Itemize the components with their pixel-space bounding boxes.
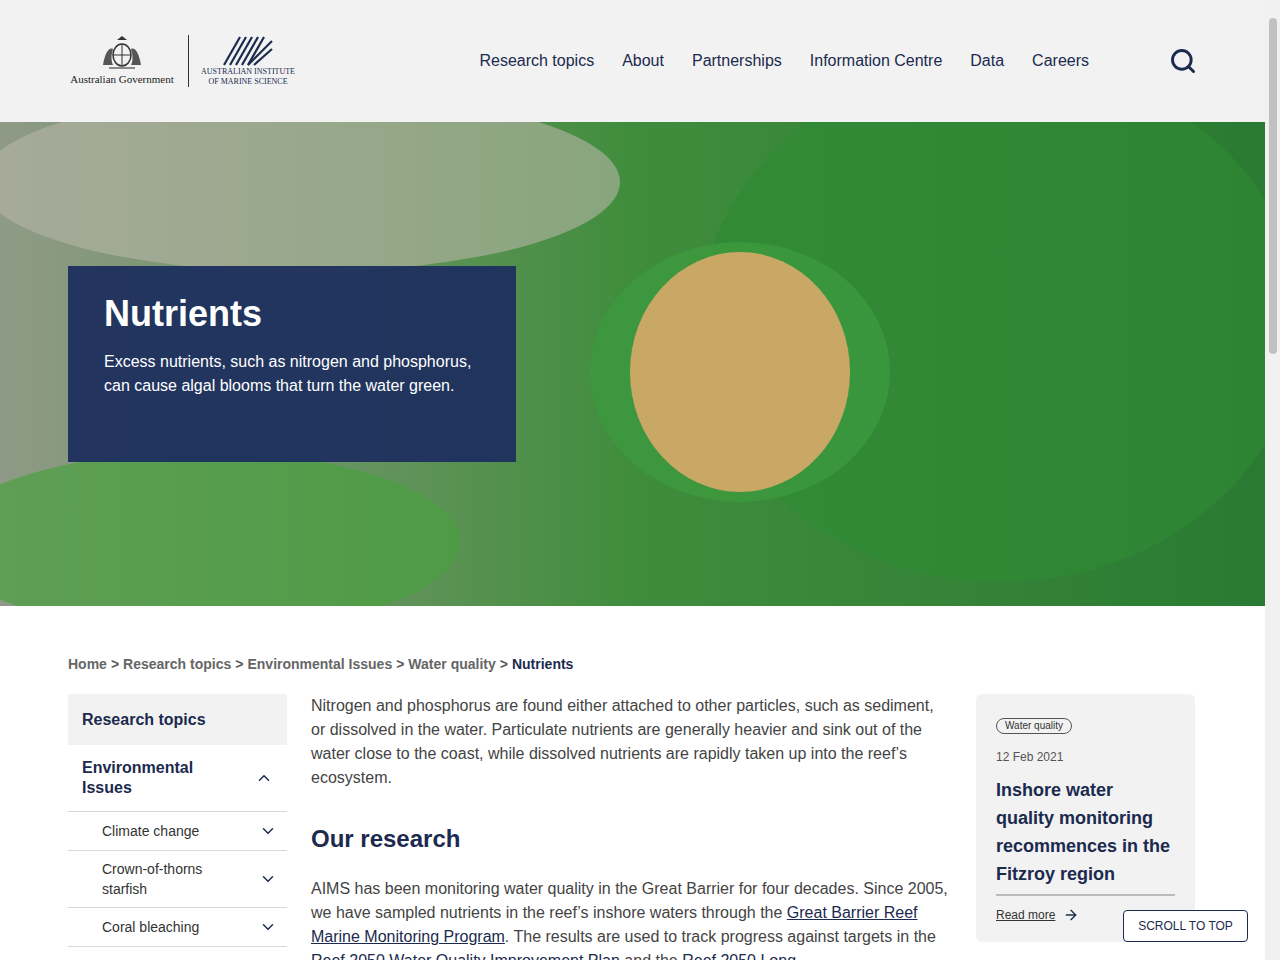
text-link[interactable]: Reef 2050 Water Quality Improvement Plan [311, 952, 620, 960]
nav-item[interactable]: Careers [1032, 49, 1089, 73]
card-date: 12 Feb 2021 [996, 748, 1175, 766]
content-row: Research topicsEnvironmental IssuesClima… [0, 694, 1265, 960]
breadcrumb-item[interactable]: Home [68, 654, 107, 675]
page-content: Australian Government AUSTRALIAN INSTITUT… [0, 0, 1265, 960]
institute-logo-text: OF MARINE SCIENCE [208, 77, 287, 87]
intro-paragraph: Nitrogen and phosphorus are found either… [311, 694, 952, 790]
research-paragraph: AIMS has been monitoring water quality i… [311, 877, 952, 960]
aims-logo-icon [222, 35, 274, 67]
sidebar: Research topicsEnvironmental IssuesClima… [68, 694, 287, 960]
chevron-down-icon [259, 918, 277, 936]
news-card[interactable]: Water quality 12 Feb 2021 Inshore water qu… [976, 694, 1195, 942]
nav-item[interactable]: Information Centre [810, 49, 943, 73]
chevron-up-icon [255, 769, 273, 787]
chevron-down-icon [259, 870, 277, 888]
nav-item[interactable]: Research topics [479, 49, 594, 73]
search-icon[interactable] [1169, 47, 1197, 75]
card-title[interactable]: Inshore water quality monitoring recomme… [996, 776, 1175, 896]
sidebar-item[interactable]: Coral bleaching [68, 908, 287, 947]
breadcrumb-item: Nutrients [512, 654, 573, 675]
breadcrumb-separator: > [235, 654, 243, 675]
sidebar-header[interactable]: Research topics [68, 694, 287, 745]
sidebar-item[interactable]: Crown-of-thorns starfish [68, 851, 287, 908]
page-title: Nutrients [104, 292, 480, 336]
breadcrumb-separator: > [111, 654, 119, 675]
breadcrumb-item[interactable]: Water quality [408, 654, 495, 675]
breadcrumb-separator: > [396, 654, 404, 675]
arrow-right-icon [1063, 907, 1079, 923]
tag: Water quality [996, 718, 1072, 734]
hero: Nutrients Excess nutrients, such as nitro… [0, 122, 1265, 606]
breadcrumb-item[interactable]: Research topics [123, 654, 231, 675]
government-logo-text: Australian Government [70, 71, 174, 88]
main-nav: Research topics About Partnerships Informat… [479, 49, 1089, 73]
scrollbar-thumb[interactable] [1269, 18, 1277, 354]
nav-item[interactable]: Data [970, 49, 1004, 73]
sidebar-item[interactable]: Climate change [68, 812, 287, 851]
text-link[interactable]: Reef 2050 Long [682, 952, 796, 960]
site-header: Australian Government AUSTRALIAN INSTITUT… [0, 0, 1265, 122]
article: Nitrogen and phosphorus are found either… [311, 694, 952, 960]
coat-of-arms-icon [95, 35, 149, 71]
chevron-down-icon [259, 822, 277, 840]
nav-item[interactable]: Partnerships [692, 49, 782, 73]
institute-logo-text: AUSTRALIAN INSTITUTE [201, 67, 295, 77]
hero-text: Excess nutrients, such as nitrogen and p… [104, 350, 480, 398]
hero-caption: Nutrients Excess nutrients, such as nitro… [68, 266, 516, 462]
logo[interactable]: Australian Government AUSTRALIAN INSTITUT… [68, 35, 295, 88]
logo-divider [188, 35, 189, 87]
sidebar-section[interactable]: Environmental Issues [68, 745, 287, 812]
scroll-to-top-button[interactable]: SCROLL TO TOP [1123, 910, 1248, 942]
nav-item[interactable]: About [622, 49, 664, 73]
breadcrumb-item[interactable]: Environmental Issues [247, 654, 392, 675]
breadcrumb: Home>Research topics>Environmental Issue… [0, 654, 1265, 675]
breadcrumb-separator: > [500, 654, 508, 675]
section-heading: Our research [311, 823, 952, 855]
scrollbar[interactable] [1265, 0, 1280, 960]
page: Australian Government AUSTRALIAN INSTITUT… [0, 0, 1280, 960]
